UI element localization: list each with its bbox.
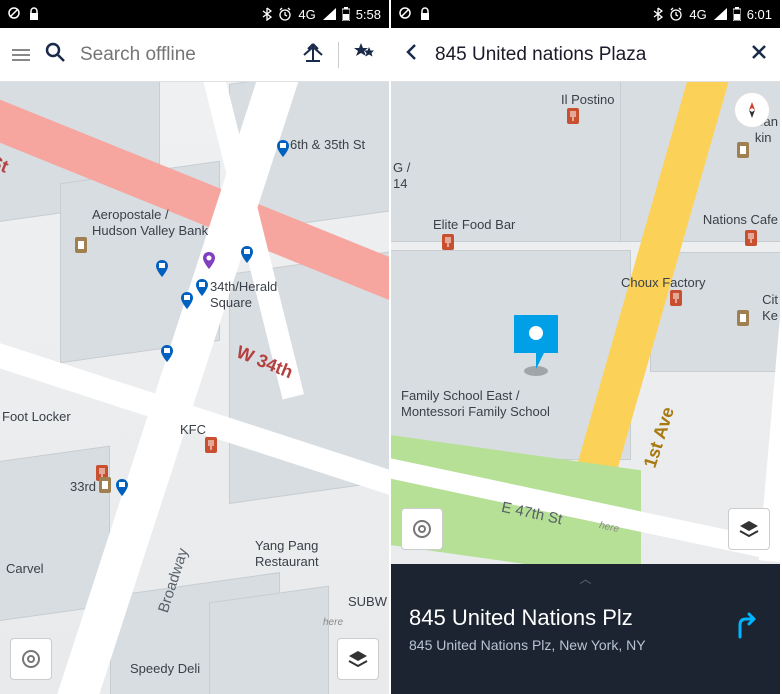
food-pin-icon [204, 437, 218, 453]
food-pin-icon [441, 234, 455, 250]
close-button[interactable] [750, 43, 768, 66]
subway-pin-icon [240, 246, 254, 264]
info-panel[interactable]: ︿ 845 United Nations Plz 845 United Nati… [391, 564, 780, 694]
poi-label: Nations Cafe [703, 212, 778, 228]
subway-pin-icon [155, 260, 169, 278]
place-subtitle: 845 United Nations Plz, New York, NY [409, 637, 730, 653]
status-bar: 4G 6:01 [391, 0, 780, 28]
right-phone: 4G 6:01 845 United nations Plaza [391, 0, 782, 694]
road-label: 1st Ave [640, 404, 679, 470]
map-canvas-left[interactable]: St W 34th Broadway 33rd 6th & 35th St Ae… [0, 82, 389, 694]
map-canvas-right[interactable]: 1st Ave E 47th St Il Postino Elite Food … [391, 82, 780, 694]
menu-button[interactable] [12, 49, 30, 61]
place-title: 845 United Nations Plz [409, 605, 730, 631]
poi-label: Cit Ke [762, 292, 778, 323]
detail-header: 845 United nations Plaza [391, 28, 780, 82]
cell-signal-icon [322, 8, 336, 20]
directions-icon[interactable] [302, 41, 324, 68]
compass-button[interactable] [734, 92, 770, 128]
here-watermark: here [323, 617, 343, 628]
header-title: 845 United nations Plaza [435, 44, 736, 66]
food-pin-icon [566, 108, 580, 124]
poi-label: Il Postino [561, 92, 614, 108]
poi-label: Elite Food Bar [433, 217, 515, 233]
locate-button[interactable] [10, 638, 52, 680]
alarm-icon [278, 7, 292, 21]
location-pin[interactable] [510, 311, 562, 382]
signal-loss-icon [8, 7, 20, 21]
subway-pin-icon [195, 279, 209, 297]
bluetooth-icon [262, 7, 272, 21]
alarm-icon [669, 7, 683, 21]
poi-label: Choux Factory [621, 275, 706, 291]
left-phone: 4G 5:58 [0, 0, 391, 694]
directions-button[interactable] [730, 611, 762, 648]
shop-pin-icon [74, 237, 88, 253]
layers-button[interactable] [728, 508, 770, 550]
camera-pin-icon [202, 252, 216, 270]
poi-label: 6th & 35th St [290, 137, 365, 153]
network-label: 4G [298, 7, 315, 22]
favorites-icon[interactable] [353, 41, 377, 68]
road-label: 33rd [70, 479, 96, 495]
bluetooth-icon [653, 7, 663, 21]
locate-button[interactable] [401, 508, 443, 550]
drag-handle-icon[interactable]: ︿ [579, 570, 591, 587]
subway-pin-icon [160, 345, 174, 363]
food-pin-icon [669, 290, 683, 306]
poi-label: SUBW [348, 594, 387, 610]
building-block [209, 586, 329, 694]
poi-label: 34th/Herald Square [210, 279, 277, 310]
search-input[interactable] [80, 44, 288, 66]
clock-label: 6:01 [747, 7, 772, 22]
shop-pin-icon [736, 310, 750, 326]
poi-label: Foot Locker [2, 409, 71, 425]
lock-icon [28, 7, 40, 21]
food-pin-icon [744, 230, 758, 246]
subway-pin-icon [180, 292, 194, 310]
battery-icon [342, 7, 350, 21]
poi-label: Carvel [6, 561, 44, 577]
clock-label: 5:58 [356, 7, 381, 22]
subway-pin-icon [276, 140, 290, 158]
search-icon[interactable] [44, 41, 66, 68]
cell-signal-icon [713, 8, 727, 20]
poi-label: KFC [180, 422, 206, 438]
divider [338, 42, 339, 68]
station-pin-icon [98, 477, 112, 493]
poi-label: G / 14 [393, 160, 410, 191]
subway-pin-icon [115, 479, 129, 497]
lock-icon [419, 7, 431, 21]
poi-label: Family School East / Montessori Family S… [401, 388, 550, 419]
poi-label: Yang Pang Restaurant [255, 538, 319, 569]
poi-label: Speedy Deli [130, 661, 200, 677]
network-label: 4G [689, 7, 706, 22]
poi-label: Aeropostale / Hudson Valley Bank [92, 207, 208, 238]
shop-pin-icon [736, 142, 750, 158]
status-bar: 4G 5:58 [0, 0, 389, 28]
layers-button[interactable] [337, 638, 379, 680]
back-button[interactable] [403, 43, 421, 66]
search-header [0, 28, 389, 82]
battery-icon [733, 7, 741, 21]
signal-loss-icon [399, 7, 411, 21]
